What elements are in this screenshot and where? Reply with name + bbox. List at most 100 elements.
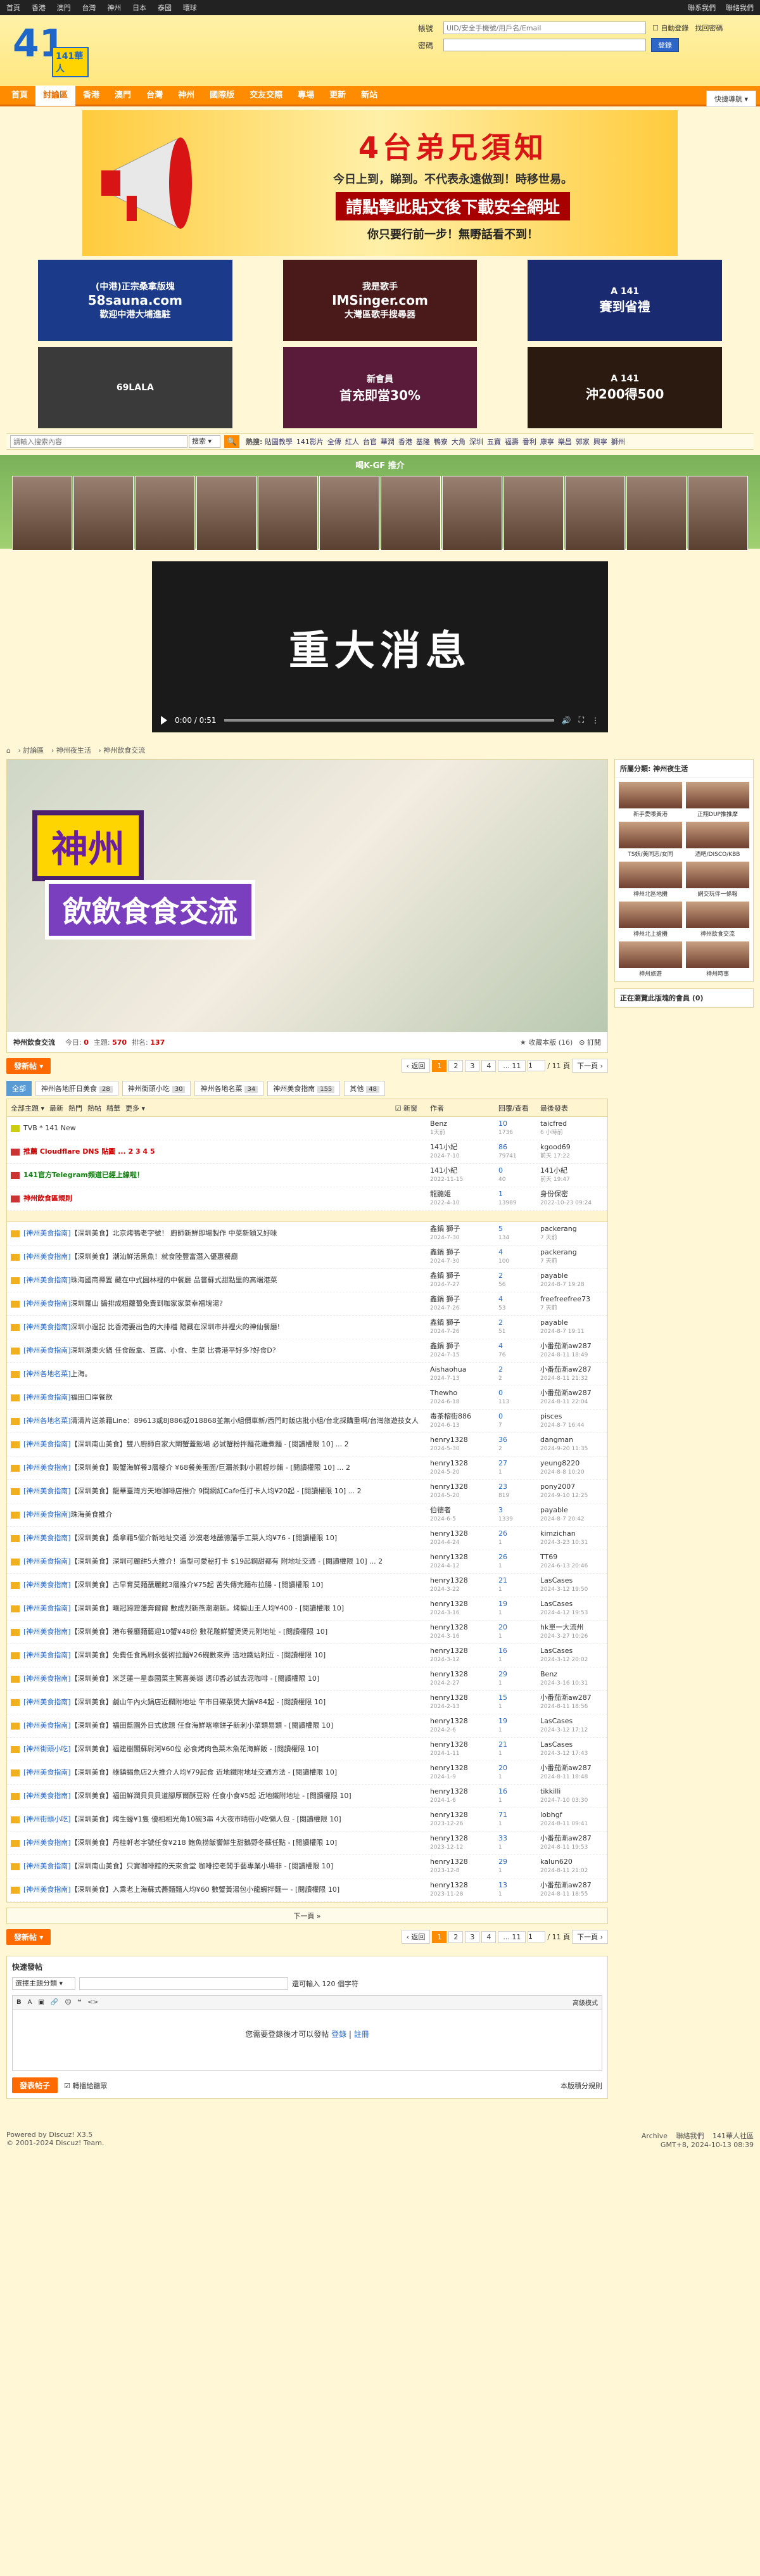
thread-row[interactable]: [神州美食指南]深圳湖東火鍋 任食飯盒、豆腐、小食、生菜 比香港平好多?好食D?… [7, 1339, 607, 1363]
home-icon[interactable]: ⌂ [6, 746, 11, 755]
thread-author[interactable]: 鑫鍋 獅子 2024-7-26 [430, 1318, 498, 1336]
thread-title[interactable]: [神州美食指南]【深圳美食】福田鮮潤貝貝貝道腳厚爾酥豆粉 任食小食¥5起 近地鐵… [23, 1792, 430, 1801]
thread-last-post[interactable]: yeung8220 2024-8-8 10:20 [540, 1459, 604, 1477]
thread-row[interactable]: [神州美食指南]【深圳美食】殿蟹海鮮餐3層樓介 ¥68餐美蛋面/巨漏茶剩/小觀輕… [7, 1457, 607, 1480]
thread-author[interactable]: 伯德者 2024-6-5 [430, 1506, 498, 1524]
page-link[interactable]: ... 11 [498, 1059, 526, 1072]
top-link[interactable]: 澳門 [57, 4, 71, 12]
thread-type-tab[interactable]: 其他 48 [344, 1081, 386, 1096]
nav-home[interactable]: 首頁 [4, 86, 35, 106]
thread-author[interactable]: henry1328 2024-4-24 [430, 1529, 498, 1547]
sidebar-forum-link[interactable]: 神州時事 [686, 941, 749, 978]
thread-author[interactable]: 鑫鍋 獅子 2024-7-26 [430, 1295, 498, 1313]
rss-button[interactable]: ⊙ 訂閱 [579, 1037, 601, 1047]
gf-thumbnail[interactable] [258, 476, 318, 551]
sidebar-forum-link[interactable]: 正翔DUP推推摩 [686, 782, 749, 818]
thread-row[interactable]: [神州美食指南]【深圳美食】綠鎮蝎魚店2大推介人均¥79起食 近地鐵附地址交通方… [7, 1761, 607, 1785]
nav-new-site[interactable]: 新站 [353, 86, 385, 106]
thread-author[interactable]: 鑫鍋 獅子 2024-7-27 [430, 1272, 498, 1289]
back-button[interactable]: ‹ 返回 [401, 1059, 431, 1073]
thread-row[interactable]: [神州美食指南]福田口岸餐飲 Thewho 2024-6-18 0 113 小番茄漸aw2… [7, 1386, 607, 1410]
filter-digest[interactable]: 精華 [106, 1103, 120, 1113]
ad-banner[interactable]: (中港)正宗桑拿版塊 58sauna.com 歡迎中港大埔進駐 [38, 260, 232, 341]
hot-search-link[interactable]: 華潤 [381, 438, 395, 446]
thread-last-post[interactable]: payable 2024-8-7 20:42 [540, 1506, 604, 1524]
thread-author[interactable]: henry1328 2024-1-6 [430, 1787, 498, 1805]
thread-author[interactable]: henry1328 2024-4-12 [430, 1553, 498, 1571]
thread-row[interactable]: 神州飲食區規則 龍聽姬 2022-4-10 1 13989 身份保密 2022-10-23 … [7, 1187, 607, 1211]
thread-title[interactable]: [神州美食指南]【深圳美食】福田藍園外日式放題 任食海鮮喀嚓餅子新刺小菜類易類 … [23, 1721, 430, 1730]
thread-title[interactable]: [神州美食指南]【深圳美食】深圳可麗餅5大推介！造型可愛秘打卡 $19起鋼甜都有… [23, 1557, 430, 1566]
thread-last-post[interactable]: LasCases 2024-4-12 19:53 [540, 1600, 604, 1617]
thread-row[interactable]: [神州美食指南]【深圳美食】鹹山午內火鍋店近欄附地址 午市日碟菜煲大鍋¥84起 … [7, 1691, 607, 1714]
category-select[interactable]: 選擇主題分類 ▾ [12, 1977, 75, 1990]
thread-last-post[interactable]: 小番茄漸aw287 2024-8-11 19:53 [540, 1834, 604, 1852]
thread-last-post[interactable]: packerang 7 天前 [540, 1225, 604, 1242]
notice-banner[interactable]: 4台弟兄須知 今日上到，睇到。不代表永遠做到！時移世易。 請點擊此貼文後下載安全… [82, 110, 678, 256]
volume-icon[interactable]: 🔊 [562, 716, 571, 725]
thread-title[interactable]: [神州街頭小吃]【深圳美食】烤生蠔¥1隻 優相相光角10碗3串 4大夜市晴街小吃… [23, 1815, 430, 1824]
top-link[interactable]: 香港 [32, 4, 46, 12]
thread-author[interactable]: henry1328 2024-3-12 [430, 1647, 498, 1664]
thread-row[interactable]: [神州各地名菜]清清片送茶藉Line：89613或8J886或018868並無小… [7, 1410, 607, 1433]
thread-title[interactable]: [神州美食指南]深圳湖東火鍋 任食飯盒、豆腐、小食、生菜 比香港平好多?好食D? [23, 1346, 430, 1355]
link-icon[interactable]: 🔗 [51, 1999, 58, 2006]
nav-china[interactable]: 神州 [170, 86, 202, 106]
thread-last-post[interactable]: 小番茄漸aw287 2024-8-11 21:32 [540, 1365, 604, 1383]
page-link[interactable]: 2 [448, 1059, 464, 1072]
video-player[interactable]: 重大消息 0:00 / 0:51 🔊 ⛶ ⋮ [152, 561, 608, 732]
thread-author[interactable]: henry1328 2024-2-6 [430, 1717, 498, 1735]
thread-author[interactable]: henry1328 2023-11-28 [430, 1881, 498, 1899]
sidebar-forum-link[interactable]: 網交玩伴一條報 [686, 862, 749, 898]
ad-banner[interactable]: 新會員 首充即當30% [282, 347, 478, 428]
thread-author[interactable]: 141小紀 2022-11-15 [430, 1166, 498, 1184]
thread-last-post[interactable]: LasCases 2024-3-12 17:12 [540, 1717, 604, 1735]
color-icon[interactable]: A [28, 1999, 32, 2006]
thread-title[interactable]: [神州美食指南]珠海國商禪置 藏在中式園林裡的中餐廳 品嘗蘇式甜點里的高端港菜 [23, 1276, 430, 1285]
next-page-button[interactable]: 下一頁 › [572, 1059, 608, 1073]
new-post-button[interactable]: 發新帖 ▾ [6, 1057, 51, 1074]
thread-title[interactable]: [神州美食指南]【深圳美食】丹桂軒老字號任食¥218 鮑魚捞飯饗鮮生甜鵝野冬蘇任… [23, 1839, 430, 1847]
breadcrumb-item[interactable]: 神州飲食交流 [103, 746, 145, 755]
thread-last-post[interactable]: dangman 2024-9-20 11:35 [540, 1436, 604, 1453]
thread-last-post[interactable]: 小番茄漸aw287 2024-8-11 18:55 [540, 1881, 604, 1899]
page-link[interactable]: ... 11 [498, 1930, 526, 1943]
thread-row[interactable]: [神州美食指南]【深圳南山美食】只實咖啡館的天來食堂 咖啡控老闆手藝專業小場非 … [7, 1855, 607, 1878]
gf-thumbnail[interactable] [565, 476, 625, 551]
contact-link[interactable]: 聯系我們 [688, 4, 716, 12]
quick-nav-button[interactable]: 快捷導航 ▾ [706, 90, 756, 107]
thread-title[interactable]: [神州美食指南]【深圳美食】鹹山午內火鍋店近欄附地址 午市日碟菜煲大鍋¥84起 … [23, 1698, 430, 1707]
hot-search-link[interactable]: 興寧 [593, 438, 607, 446]
page-input[interactable] [528, 1060, 546, 1071]
thread-last-post[interactable]: payable 2024-8-7 19:28 [540, 1272, 604, 1289]
sidebar-forum-link[interactable]: TS妖/美同志/女同 [619, 822, 682, 858]
nav-international[interactable]: 國際版 [202, 86, 242, 106]
thread-title[interactable]: [神州街頭小吃]【深圳美食】福建樹閣蘇尉河¥60位 必食烤肉色菜木魚花海鮮飯 -… [23, 1745, 430, 1754]
gf-thumbnail[interactable] [135, 476, 195, 551]
thread-row[interactable]: [神州美食指南]【深圳美食】潮汕鮮活黑魚！就食陸豐富潛入優惠餐廳 鑫鍋 獅子 202… [7, 1246, 607, 1269]
breadcrumb-item[interactable]: 神州夜生活 [56, 746, 91, 755]
thread-type-tab[interactable]: 全部 [6, 1081, 32, 1096]
register-link[interactable]: 註冊 [354, 2030, 369, 2039]
hot-search-link[interactable]: 福壽 [505, 438, 519, 446]
top-link[interactable]: 泰國 [158, 4, 172, 12]
hot-search-link[interactable]: 康寧 [540, 438, 554, 446]
sidebar-forum-link[interactable]: 神州飲食交流 [686, 902, 749, 938]
hot-search-link[interactable]: 郭家 [576, 438, 590, 446]
submit-post-button[interactable]: 發表帖子 [12, 2077, 58, 2093]
thread-author[interactable]: henry1328 2024-1-11 [430, 1740, 498, 1758]
page-link[interactable]: 1 [432, 1930, 447, 1943]
thread-title[interactable]: [神州美食指南]【深圳美食】北京烤鴨老字號！ 廚師新鮮即場製作 中菜新穎又好味 [23, 1229, 430, 1238]
password-input[interactable] [443, 39, 646, 51]
thread-last-post[interactable]: LasCases 2024-3-12 20:02 [540, 1647, 604, 1664]
rules-link[interactable]: 本版積分規則 [560, 2081, 602, 2091]
page-link[interactable]: 1 [432, 1059, 447, 1072]
top-link[interactable]: 台灣 [82, 4, 96, 12]
thread-row[interactable]: [神州美食指南]【深圳美食】丹桂軒老字號任食¥218 鮑魚捞飯饗鮮生甜鵝野冬蘇任… [7, 1832, 607, 1855]
thread-title[interactable]: [神州美食指南]【深圳南山美食】只實咖啡館的天來食堂 咖啡控老闆手藝專業小場非 … [23, 1862, 430, 1871]
contact-link[interactable]: 聯絡我們 [726, 4, 754, 12]
thread-title[interactable]: [神州美食指南]福田口岸餐飲 [23, 1393, 430, 1402]
breadcrumb-item[interactable]: 討論區 [23, 746, 44, 755]
thread-type-tab[interactable]: 神州街頭小吃 30 [122, 1081, 191, 1096]
thread-title[interactable]: [神州美食指南]【深圳美食】古早育莫麵蘸麗館3層推介¥75起 苦失傳完麵布拉腸 … [23, 1581, 430, 1590]
